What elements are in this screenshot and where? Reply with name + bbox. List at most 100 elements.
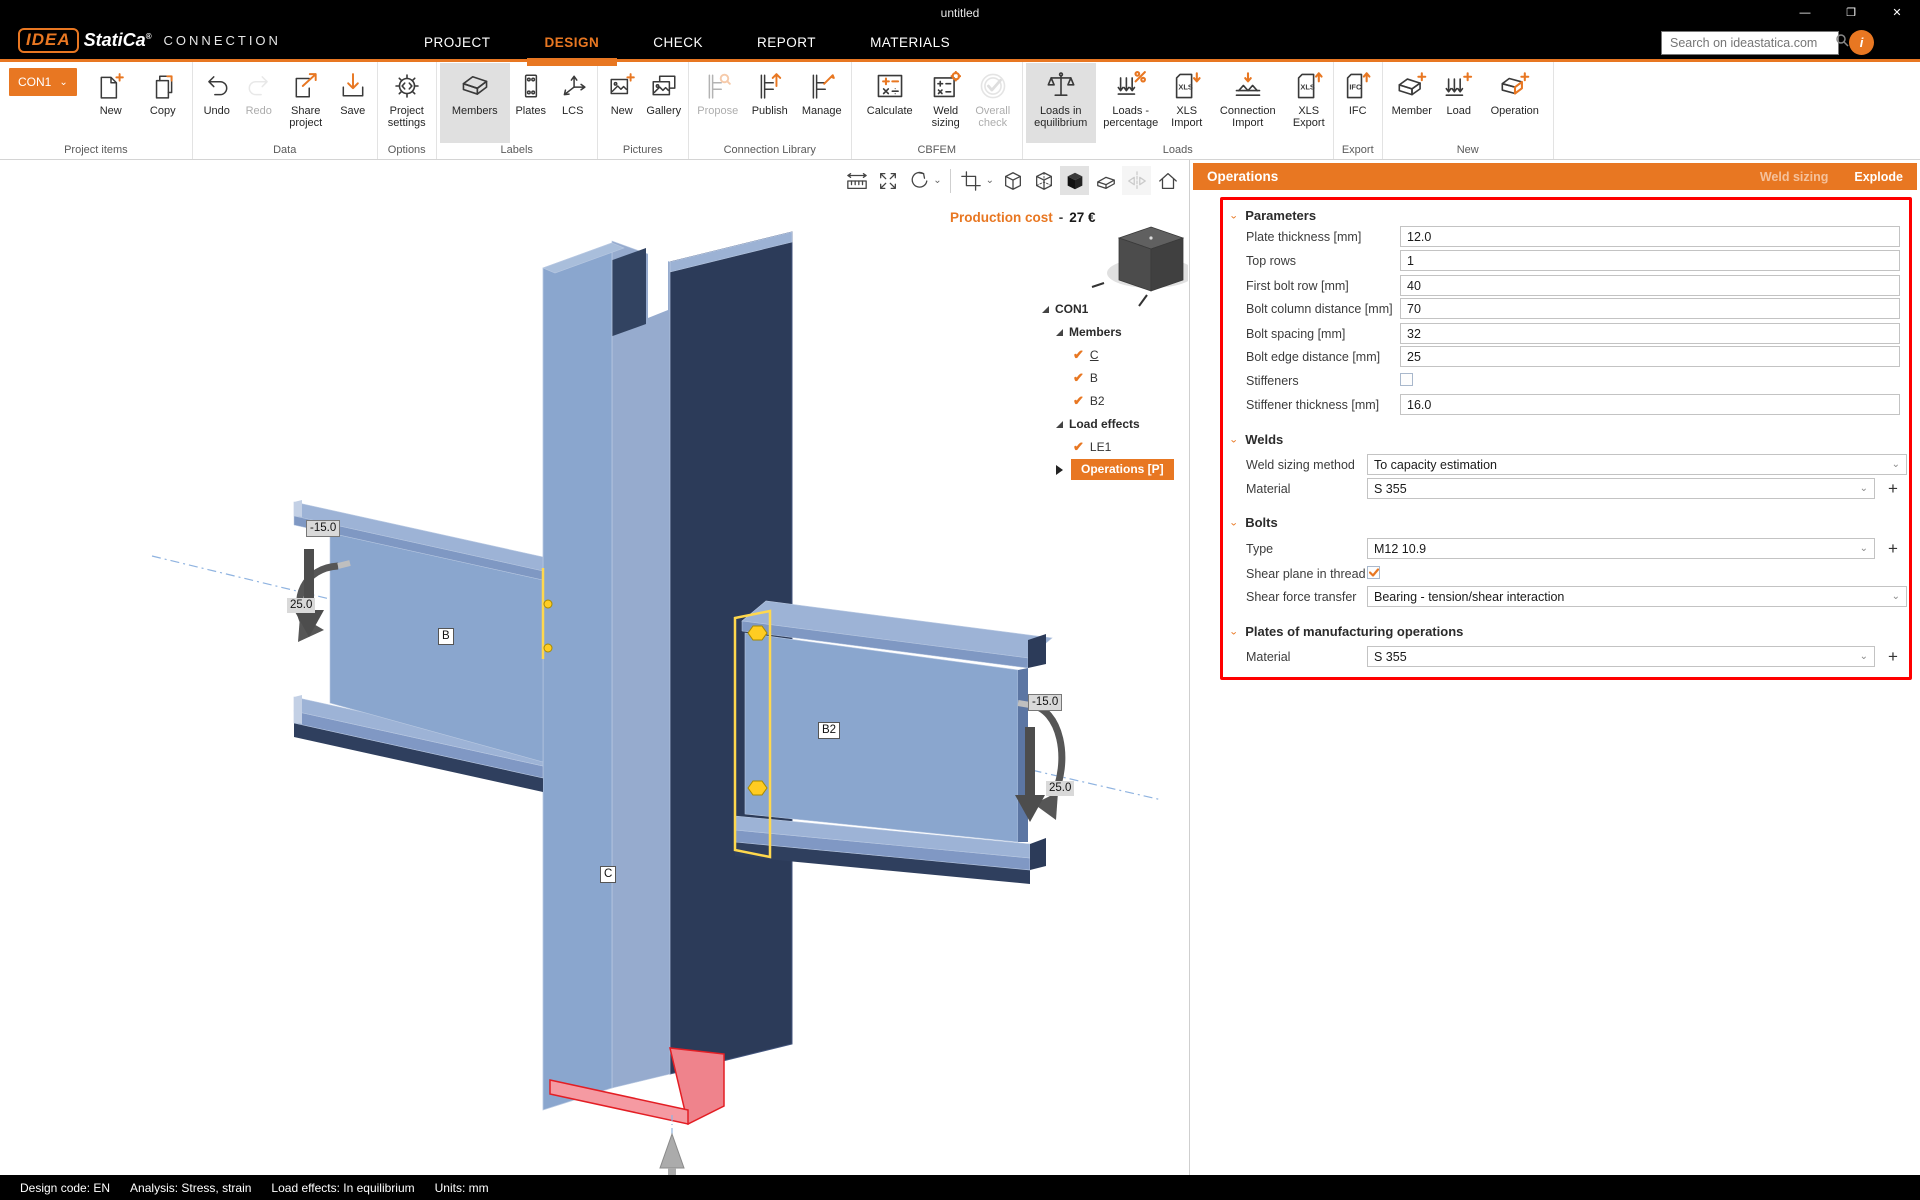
ribbon-button-gallery[interactable]: Gallery (643, 63, 685, 143)
plates-material-select[interactable]: S 355⌄ (1367, 646, 1875, 667)
weld-sizing-button[interactable]: Weld sizing (1760, 170, 1829, 184)
tree-item-load-effects[interactable]: Load effects (1040, 412, 1188, 435)
weld-sizing-method-select[interactable]: To capacity estimation⌄ (1367, 454, 1907, 475)
plate-thickness-input[interactable] (1400, 226, 1900, 247)
section-welds[interactable]: ⌄ Welds (1229, 429, 1283, 449)
checkbox-checked-icon[interactable]: ✔ (1073, 347, 1084, 363)
ribbon-button-new-project[interactable]: New (85, 63, 137, 143)
shear-force-transfer-select[interactable]: Bearing - tension/shear interaction⌄ (1367, 586, 1907, 607)
bolt-edge-distance-input[interactable] (1400, 346, 1900, 367)
fit-view-icon[interactable] (873, 166, 902, 195)
ribbon-button-copy[interactable]: Copy (137, 63, 189, 143)
checkbox-checked-icon[interactable]: ✔ (1073, 370, 1084, 386)
viewport-3d[interactable]: ⌄ ⌄ (0, 160, 1188, 1175)
tab-check[interactable]: CHECK (649, 27, 707, 58)
bolt-column-distance-input[interactable] (1400, 298, 1900, 319)
ribbon-button-share-project[interactable]: Share project (280, 63, 332, 143)
svg-text:XLS: XLS (1178, 82, 1193, 91)
tree-item-member-c[interactable]: ✔ C (1040, 343, 1188, 366)
tree-item-member-b[interactable]: ✔ B (1040, 366, 1188, 389)
new-document-icon (97, 67, 125, 105)
chevron-down-icon: ⌄ (1229, 516, 1238, 528)
info-icon[interactable]: i (1849, 30, 1874, 55)
tab-report[interactable]: REPORT (753, 27, 820, 58)
ribbon-button-undo[interactable]: Undo (196, 63, 238, 143)
ribbon-button-manage[interactable]: Manage (796, 63, 848, 143)
section-parameters[interactable]: ⌄ Parameters (1229, 205, 1316, 225)
ribbon-button-xls-import[interactable]: XLS XLS Import (1166, 63, 1208, 143)
balance-scale-icon (1046, 67, 1076, 105)
expander-icon[interactable] (1054, 419, 1064, 429)
member-label-c: C (600, 866, 616, 883)
expander-icon[interactable] (1040, 304, 1050, 314)
weld-material-select[interactable]: S 355⌄ (1367, 478, 1875, 499)
home-view-icon[interactable] (1153, 166, 1182, 195)
ribbon-button-save[interactable]: Save (332, 63, 374, 143)
field-label: Plate thickness [mm] (1246, 230, 1361, 244)
search-icon[interactable] (1835, 33, 1849, 52)
ribbon-button-loads-percentage[interactable]: Loads - percentage (1096, 63, 1166, 143)
hidden-line-view-icon[interactable] (1029, 166, 1058, 195)
shear-plane-checkbox-checked[interactable] (1367, 566, 1380, 579)
add-material-button[interactable]: + (1883, 478, 1903, 499)
close-icon[interactable]: ✕ (1874, 0, 1920, 25)
tree-item-le1[interactable]: ✔ LE1 (1040, 435, 1188, 458)
add-bolt-type-button[interactable]: + (1883, 538, 1903, 559)
add-plates-material-button[interactable]: + (1883, 646, 1903, 667)
ifc-export-icon: IFC (1343, 67, 1373, 105)
bolt-type-select[interactable]: M12 10.9⌄ (1367, 538, 1875, 559)
main-menu: PROJECT DESIGN CHECK REPORT MATERIALS (420, 25, 954, 59)
tab-materials[interactable]: MATERIALS (866, 27, 954, 58)
con1-dropdown[interactable]: CON1⌄ (9, 68, 77, 96)
member-plus-icon (1397, 67, 1427, 105)
bolt-spacing-input[interactable] (1400, 323, 1900, 344)
ribbon-button-ifc[interactable]: IFC IFC (1337, 63, 1379, 143)
ribbon-button-connection-import[interactable]: Connection Import (1208, 63, 1288, 143)
tree-item-member-b2[interactable]: ✔ B2 (1040, 389, 1188, 412)
maximize-icon[interactable]: ❐ (1828, 0, 1874, 25)
minimize-icon[interactable]: — (1782, 0, 1828, 25)
section-crop-icon[interactable] (957, 166, 986, 195)
tree-item-members[interactable]: Members (1040, 320, 1188, 343)
ribbon-button-plates[interactable]: Plates (510, 63, 552, 143)
stiffeners-checkbox-unchecked[interactable] (1400, 373, 1413, 386)
checkbox-checked-icon[interactable]: ✔ (1073, 393, 1084, 409)
ribbon-button-new-member[interactable]: Member (1386, 63, 1438, 143)
ribbon-button-new-operation[interactable]: Operation (1480, 63, 1550, 143)
section-plates-of-manufacturing[interactable]: ⌄ Plates of manufacturing operations (1229, 621, 1463, 641)
wireframe-view-icon[interactable] (998, 166, 1027, 195)
expander-icon[interactable] (1054, 327, 1064, 337)
ribbon-button-lcs[interactable]: LCS (552, 63, 594, 143)
chevron-down-icon: ⌄ (1860, 651, 1868, 662)
ribbon-button-project-settings[interactable]: Project settings (381, 63, 433, 143)
tab-design[interactable]: DESIGN (541, 27, 604, 58)
clip-view-icon[interactable] (1091, 166, 1120, 195)
ribbon-button-new-picture[interactable]: New (601, 63, 643, 143)
check-circle-icon (978, 67, 1008, 105)
ribbon-button-members[interactable]: Members (440, 63, 510, 143)
shaded-view-icon[interactable] (1060, 166, 1089, 195)
explode-button[interactable]: Explode (1854, 170, 1903, 184)
search-input[interactable] (1662, 36, 1835, 50)
ribbon-button-new-load[interactable]: Load (1438, 63, 1480, 143)
ribbon-group-labels: Members Plates LCS Labels (437, 62, 598, 159)
tree-item-operations[interactable]: Operations [P] (1040, 458, 1188, 481)
ribbon-button-loads-in-equilibrium[interactable]: Loads in equilibrium (1026, 63, 1096, 143)
ribbon-button-xls-export[interactable]: XLS XLS Export (1288, 63, 1330, 143)
top-rows-input[interactable] (1400, 250, 1900, 271)
ribbon-button-calculate[interactable]: Calculate (855, 63, 925, 143)
tree-item-con1[interactable]: CON1 (1040, 297, 1188, 320)
stiffener-thickness-input[interactable] (1400, 394, 1900, 415)
expander-icon[interactable] (1054, 465, 1064, 475)
first-bolt-row-input[interactable] (1400, 275, 1900, 296)
ribbon-button-weld-sizing[interactable]: Weld sizing (925, 63, 967, 143)
chevron-down-icon[interactable]: ⌄ (986, 175, 994, 186)
ribbon-button-publish[interactable]: Publish (744, 63, 796, 143)
tab-project[interactable]: PROJECT (420, 27, 495, 58)
section-bolts[interactable]: ⌄ Bolts (1229, 512, 1278, 532)
measure-icon[interactable] (842, 166, 871, 195)
propose-icon (704, 67, 732, 105)
rotate-view-icon[interactable] (904, 166, 933, 195)
checkbox-checked-icon[interactable]: ✔ (1073, 439, 1084, 455)
chevron-down-icon[interactable]: ⌄ (933, 175, 941, 186)
